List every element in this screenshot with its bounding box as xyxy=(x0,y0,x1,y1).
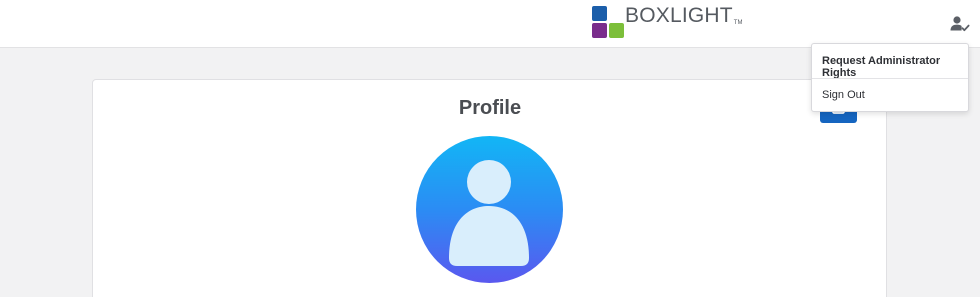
user-admin-icon xyxy=(950,16,970,32)
logo-squares-icon xyxy=(592,6,624,38)
menu-item-request-admin-rights[interactable]: Request Administrator Rights xyxy=(812,55,968,79)
logo-trademark: TM xyxy=(733,20,743,26)
boxlight-logo: BOXLIGHT TM xyxy=(592,4,743,38)
logo-square-green xyxy=(609,23,624,38)
user-menu-button[interactable] xyxy=(950,15,970,33)
person-avatar-icon xyxy=(449,160,529,266)
logo-square-blue xyxy=(592,6,607,21)
profile-avatar xyxy=(416,136,563,283)
logo-square-purple xyxy=(592,23,607,38)
menu-item-sign-out[interactable]: Sign Out xyxy=(812,89,968,101)
user-dropdown-menu: Request Administrator Rights Sign Out xyxy=(811,43,969,112)
logo-square-empty xyxy=(609,6,624,21)
menu-divider xyxy=(812,78,968,79)
top-bar: BOXLIGHT TM xyxy=(0,0,980,48)
logo-text: BOXLIGHT xyxy=(625,4,733,27)
